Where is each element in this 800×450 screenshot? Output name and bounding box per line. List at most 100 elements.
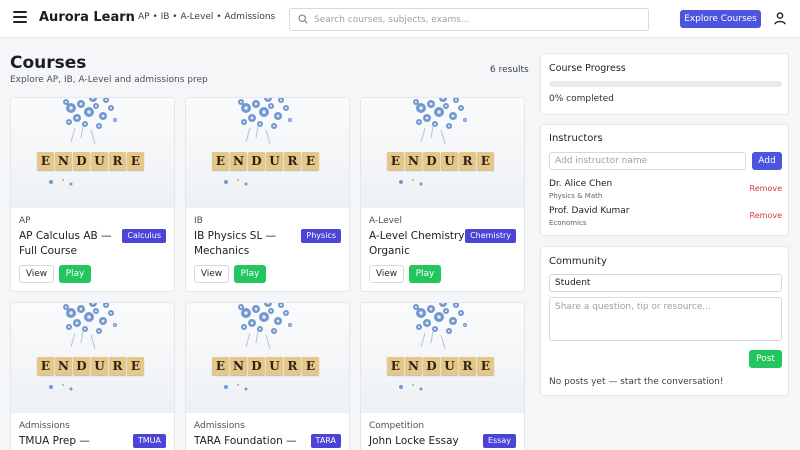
play-button[interactable]: Play — [234, 265, 266, 283]
progress-text: 0% completed — [549, 94, 614, 104]
explore-courses-button[interactable]: Explore Courses — [680, 10, 761, 28]
letter-tile: N — [405, 152, 422, 170]
letter-tiles: ENDURE — [212, 152, 319, 170]
course-thumbnail: ENDURE — [11, 98, 174, 208]
course-category: Competition — [369, 421, 425, 431]
search-input[interactable] — [314, 12, 634, 27]
progress-bar — [549, 81, 782, 87]
course-title[interactable]: TARA Foundation — — [194, 434, 304, 449]
letter-tiles: ENDURE — [37, 152, 144, 170]
course-card[interactable]: E N D U R E AP AP Calculus AB — Full Course Calc… — [10, 97, 175, 292]
course-card[interactable]: E N D U R E IB IB Physics SL — Mechanics Physics… — [185, 97, 350, 292]
community-panel: Community Post No posts yet — start the … — [540, 246, 789, 396]
community-name-input[interactable] — [549, 274, 782, 292]
course-badge: TMUA — [132, 434, 166, 448]
letter-tile: D — [73, 357, 90, 375]
letter-tile: E — [302, 152, 319, 170]
letter-tiles: ENDURE — [37, 357, 144, 375]
letter-tiles: ENDURE — [387, 152, 494, 170]
view-button[interactable]: View — [19, 265, 54, 283]
instructor-name: Prof. David Kumar — [549, 206, 630, 216]
course-badge: Calculus — [122, 229, 166, 243]
course-title[interactable]: A-Level Chemistry — Organic — [369, 229, 479, 259]
course-badge: Chemistry — [465, 229, 516, 243]
letter-tile: E — [302, 357, 319, 375]
letter-tile: E — [477, 152, 494, 170]
instructors-heading: Instructors — [549, 133, 603, 144]
course-thumbnail: ENDURE — [186, 303, 349, 413]
letter-tile: D — [423, 152, 440, 170]
letter-tile: E — [37, 152, 54, 170]
instructor-name-input[interactable] — [549, 152, 746, 170]
course-badge: Physics — [301, 229, 341, 243]
course-category: AP — [19, 216, 31, 226]
course-card[interactable]: E N D U R E A-Level A-Level Chemistry — Organic… — [360, 97, 525, 292]
remove-instructor-button[interactable]: Remove — [750, 184, 782, 193]
letter-tile: D — [248, 152, 265, 170]
add-instructor-button[interactable]: Add — [752, 152, 782, 170]
course-card[interactable]: E N D U R E Admissions TARA Foundation — TARA — [185, 302, 350, 450]
letter-tile: U — [266, 357, 283, 375]
letter-tile: E — [127, 152, 144, 170]
play-button[interactable]: Play — [409, 265, 441, 283]
course-badge: Essay — [482, 434, 516, 448]
letter-tile: R — [109, 357, 126, 375]
search-box[interactable] — [289, 8, 649, 31]
course-card[interactable]: ENDUREAdmissionsTMUA Prep — ProblemTMUA — [10, 302, 175, 450]
letter-tile: R — [459, 152, 476, 170]
course-title[interactable]: TMUA Prep — Problem — [19, 434, 129, 450]
play-button[interactable]: Play — [59, 265, 91, 283]
brand-name[interactable]: Aurora Learn — [39, 10, 135, 25]
letter-tile: E — [387, 357, 404, 375]
letter-tile: U — [91, 152, 108, 170]
letter-tile: R — [459, 357, 476, 375]
course-category: Admissions — [19, 421, 70, 431]
user-icon[interactable] — [774, 12, 786, 25]
letter-tile: U — [266, 152, 283, 170]
letter-tile: E — [212, 357, 229, 375]
letter-tile: N — [55, 152, 72, 170]
letter-tiles: ENDURE — [212, 357, 319, 375]
remove-instructor-button[interactable]: Remove — [750, 211, 782, 220]
view-button[interactable]: View — [194, 265, 229, 283]
letter-tile: N — [55, 357, 72, 375]
course-thumbnail: ENDURE — [361, 303, 524, 413]
instructor-item: Dr. Alice Chen Physics & Math Remove — [549, 179, 782, 203]
community-post-textarea[interactable] — [549, 297, 782, 341]
letter-tile: E — [387, 152, 404, 170]
letter-tile: R — [284, 152, 301, 170]
course-title[interactable]: AP Calculus AB — Full Course — [19, 229, 129, 259]
breadcrumb: AP • IB • A-Level • Admissions — [138, 12, 276, 22]
letter-tile: U — [441, 357, 458, 375]
letter-tile: U — [91, 357, 108, 375]
letter-tile: N — [230, 152, 247, 170]
course-thumbnail: ENDURE — [361, 98, 524, 208]
course-category: Admissions — [194, 421, 245, 431]
page-subtitle: Explore AP, IB, A-Level and admissions p… — [10, 75, 208, 85]
course-progress-panel: Course Progress 0% completed — [540, 53, 789, 115]
course-badge: TARA — [310, 434, 341, 448]
menu-icon[interactable] — [13, 11, 27, 25]
course-title[interactable]: John Locke Essay — [369, 434, 479, 449]
top-bar: Aurora Learn AP • IB • A-Level • Admissi… — [0, 0, 800, 38]
search-icon — [298, 14, 308, 24]
page-title: Courses — [10, 53, 87, 73]
course-thumbnail: ENDURE — [186, 98, 349, 208]
post-button[interactable]: Post — [749, 350, 782, 368]
letter-tile: N — [405, 357, 422, 375]
letter-tile: D — [248, 357, 265, 375]
community-empty-text: No posts yet — start the conversation! — [549, 377, 724, 387]
instructor-item: Prof. David Kumar Economics Remove — [549, 206, 782, 230]
course-category: A-Level — [369, 216, 402, 226]
instructor-subject: Economics — [549, 219, 587, 227]
course-category: IB — [194, 216, 203, 226]
course-title[interactable]: IB Physics SL — Mechanics — [194, 229, 304, 259]
letter-tile: N — [230, 357, 247, 375]
letter-tile: E — [37, 357, 54, 375]
letter-tile: D — [73, 152, 90, 170]
view-button[interactable]: View — [369, 265, 404, 283]
progress-heading: Course Progress — [549, 63, 626, 74]
letter-tile: E — [477, 357, 494, 375]
course-card[interactable]: E N D U R E Competition John Locke Essay Essay — [360, 302, 525, 450]
results-count: 6 results — [490, 65, 529, 75]
